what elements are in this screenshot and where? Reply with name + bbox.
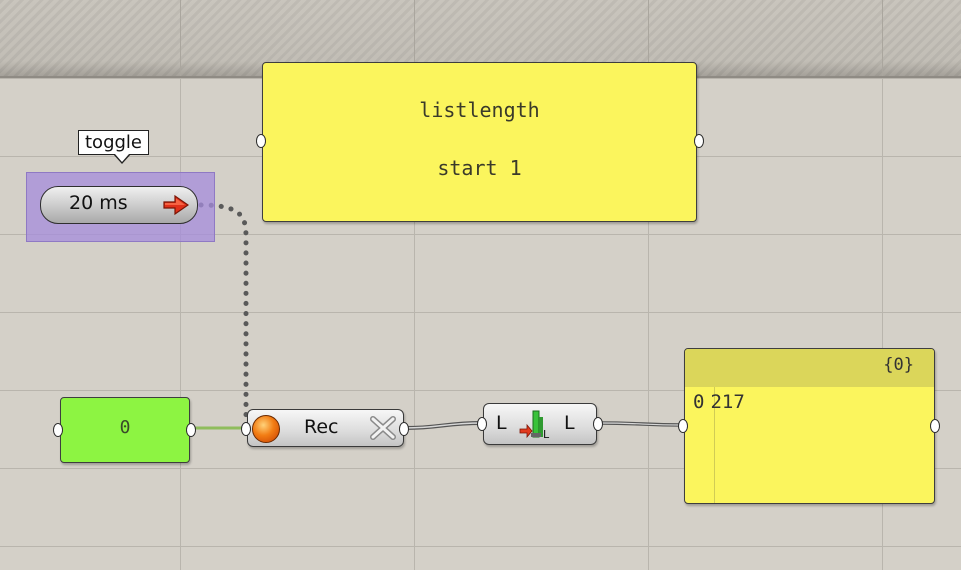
list-length-input-port[interactable] <box>477 417 487 431</box>
list-length-output-label: L <box>564 412 575 434</box>
comment-input-port[interactable] <box>256 134 266 148</box>
tooltip-tail-inner <box>115 154 129 162</box>
timer-component[interactable]: 20 ms <box>40 186 198 224</box>
list-value: 217 <box>710 391 745 413</box>
number-panel[interactable]: 0 <box>60 397 190 463</box>
timer-interval-label: 20 ms <box>69 192 128 214</box>
data-recorder-component[interactable]: Rec <box>247 409 404 447</box>
number-input-port[interactable] <box>53 423 63 437</box>
list-length-icon: L <box>519 410 550 439</box>
list-length-component[interactable]: L L L <box>483 403 597 445</box>
panel-header: {0} <box>685 349 934 387</box>
list-length-input-label: L <box>496 412 507 434</box>
clear-x-icon[interactable] <box>369 415 397 441</box>
list-length-output-port[interactable] <box>593 417 603 431</box>
data-path: {0} <box>883 355 914 375</box>
number-value: 0 <box>119 417 131 438</box>
timer-arrow-icon[interactable] <box>163 194 189 216</box>
comment-line-2: start 1 <box>437 156 522 180</box>
number-output-port[interactable] <box>186 423 196 437</box>
toggle-tooltip: toggle <box>78 130 149 164</box>
tooltip-text: toggle <box>85 132 142 153</box>
record-icon[interactable] <box>252 415 280 443</box>
comment-panel[interactable]: listlength start 1 <box>262 62 697 222</box>
list-item: 0 217 <box>693 391 745 413</box>
output-panel-input-port[interactable] <box>678 419 688 433</box>
comment-output-port[interactable] <box>694 134 704 148</box>
grasshopper-canvas[interactable]: listlength start 1 toggle 20 ms 0 Rec L <box>0 0 961 570</box>
recorder-input-port[interactable] <box>241 422 251 436</box>
output-panel-output-port[interactable] <box>930 419 940 433</box>
recorder-output-port[interactable] <box>399 422 409 436</box>
svg-text:L: L <box>543 428 550 439</box>
list-index: 0 <box>693 391 705 413</box>
output-panel[interactable]: {0} 0 217 <box>684 348 935 504</box>
recorder-label: Rec <box>304 416 339 438</box>
comment-line-1: listlength <box>419 98 540 122</box>
